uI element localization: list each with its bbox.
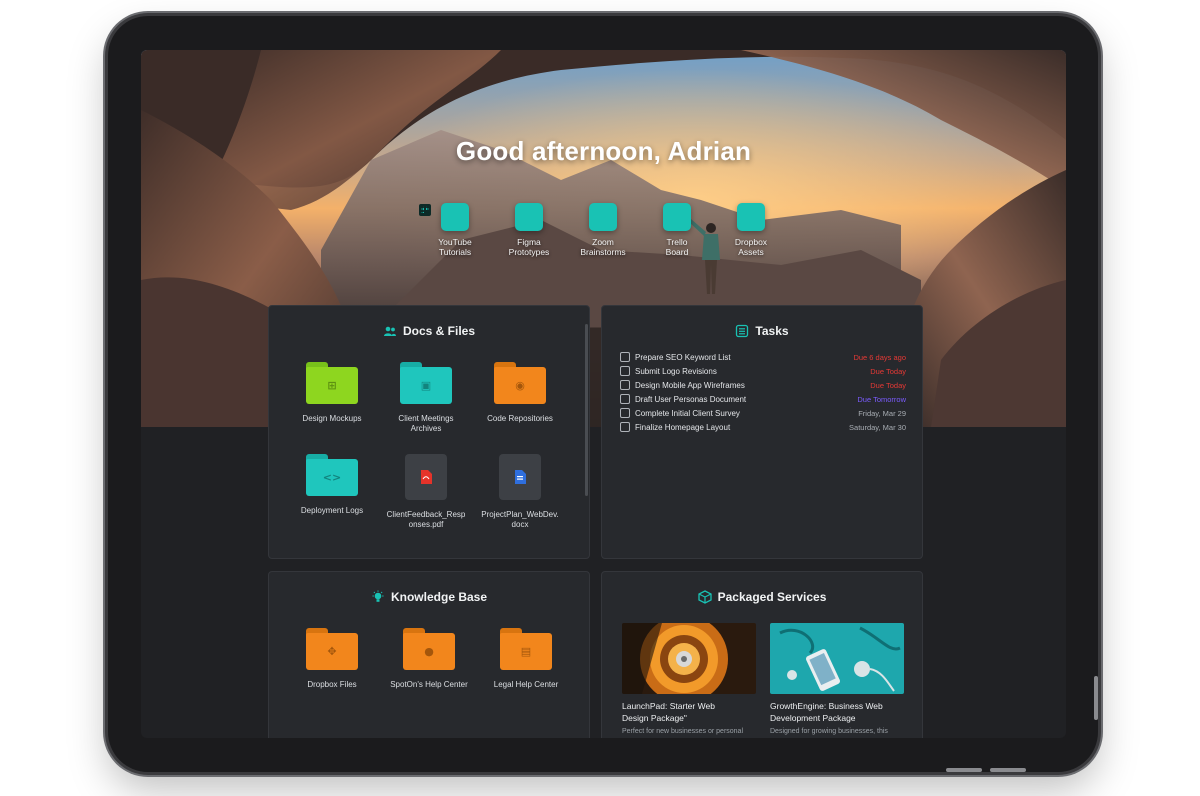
doc-file-icon <box>499 454 541 500</box>
task-name: Design Mobile App Wireframes <box>635 380 745 390</box>
tile-label: Dropbox Files <box>307 680 357 689</box>
folder-icon: ◉ <box>494 362 546 404</box>
packaged-services-heading: Packaged Services <box>717 590 827 604</box>
video-icon <box>419 203 617 231</box>
tile-label: ClientFeedback_Resp onses.pdf <box>386 510 466 529</box>
quick-link-figma[interactable]: Figma Prototypes <box>422 203 566 257</box>
task-row[interactable]: Submit Logo Revisions Due Today <box>620 364 906 378</box>
checklist-icon <box>735 324 749 338</box>
knowledge-base-panel: Knowledge Base ✥ Dropbox Files ● SpotOn'… <box>268 571 590 738</box>
service-card-growthengine[interactable]: GrowthEngine: Business Web Development P… <box>770 623 904 736</box>
greeting-heading: Good afternoon, Adrian <box>455 136 752 166</box>
folder-code-repositories[interactable]: ◉ Code Repositories <box>475 362 565 424</box>
folder-deployment-logs[interactable]: <> Deployment Logs <box>287 454 377 516</box>
quick-link-label: Zoom Brainstorms <box>580 237 626 257</box>
knowledge-base-title: Knowledge Base <box>269 590 589 604</box>
task-row[interactable]: Finalize Homepage Layout Saturday, Mar 30 <box>620 420 906 434</box>
tablet-top-button <box>946 768 982 772</box>
folder-dropbox-files[interactable]: ✥ Dropbox Files <box>287 628 377 690</box>
folder-icon: ⊞ <box>306 362 358 404</box>
tasks-title: Tasks <box>602 324 922 338</box>
task-row[interactable]: Design Mobile App Wireframes Due Today <box>620 378 906 392</box>
task-checkbox[interactable] <box>620 380 630 390</box>
screen: Good afternoon, Adrian YouTube Tutorials… <box>141 50 1066 738</box>
quick-link-trello[interactable]: Trello Board <box>419 203 714 257</box>
service-card-launchpad[interactable]: LaunchPad: Starter Web Design Package" P… <box>622 623 756 736</box>
task-name: Prepare SEO Keyword List <box>635 352 731 362</box>
task-checkbox[interactable] <box>620 394 630 404</box>
package-icon <box>697 590 712 604</box>
folder-icon: ▣ <box>400 362 452 404</box>
service-description: Perfect for new businesses or personal <box>622 728 744 735</box>
service-title: LaunchPad: Starter Web Design Package" <box>622 701 715 723</box>
tile-label: Deployment Logs <box>300 506 364 515</box>
task-due-date: Due Today <box>870 366 906 376</box>
phone-on-desk-image <box>770 623 904 694</box>
tile-label: Design Mockups <box>302 414 362 423</box>
tasks-panel: Tasks Prepare SEO Keyword List Due 6 days… <box>601 305 923 559</box>
folder-icon: <> <box>306 454 358 496</box>
spiral-staircase-image <box>622 623 756 694</box>
quick-link-label: Figma Prototypes <box>508 237 550 257</box>
docs-files-panel: Docs & Files ⊞ Design Mockups ▣ Client M… <box>268 305 590 559</box>
task-checkbox[interactable] <box>620 408 630 418</box>
task-row[interactable]: Draft User Personas Document Due Tomorrow <box>620 392 906 406</box>
lightbulb-icon <box>371 590 385 604</box>
quick-link-label: Dropbox Assets <box>734 237 768 257</box>
file-client-feedback-pdf[interactable]: ClientFeedback_Resp onses.pdf <box>381 454 471 530</box>
knowledge-base-heading: Knowledge Base <box>390 590 488 604</box>
tile-label: ProjectPlan_WebDev. docx <box>481 510 559 529</box>
quick-link-zoom[interactable]: Zoom Brainstorms <box>419 203 640 257</box>
folder-icon: ▤ <box>500 628 552 670</box>
docs-scrollbar[interactable] <box>585 324 588 496</box>
youtube-icon <box>419 203 469 231</box>
folder-legal-help-center[interactable]: ▤ Legal Help Center <box>481 628 571 690</box>
pdf-file-icon <box>405 454 447 500</box>
task-due-date: Saturday, Mar 30 <box>849 422 906 432</box>
task-checkbox[interactable] <box>620 422 630 432</box>
dropbox-icon <box>419 203 765 231</box>
packaged-services-panel: Packaged Services LaunchPad: Starter Web… <box>601 571 923 738</box>
tablet-top-button <box>990 768 1026 772</box>
tasks-heading: Tasks <box>755 324 789 338</box>
docs-files-title: Docs & Files <box>269 324 589 338</box>
task-checkbox[interactable] <box>620 352 630 362</box>
task-row[interactable]: Prepare SEO Keyword List Due 6 days ago <box>620 350 906 364</box>
tile-label: SpotOn's Help Center <box>390 680 468 689</box>
task-name: Finalize Homepage Layout <box>635 422 731 432</box>
docs-files-heading: Docs & Files <box>402 324 476 338</box>
figma-icon <box>422 203 543 231</box>
task-checkbox[interactable] <box>620 366 630 376</box>
task-row[interactable]: Complete Initial Client Survey Friday, Ma… <box>620 406 906 420</box>
folder-client-meetings[interactable]: ▣ Client Meetings Archives <box>381 362 471 434</box>
packaged-services-title: Packaged Services <box>602 590 922 604</box>
file-project-plan-docx[interactable]: ProjectPlan_WebDev. docx <box>475 454 565 530</box>
task-due-date: Due Tomorrow <box>857 394 906 404</box>
tile-label: Code Repositories <box>487 414 553 423</box>
quick-link-label: Trello Board <box>665 237 689 257</box>
folder-spoton-help-center[interactable]: ● SpotOn's Help Center <box>384 628 474 690</box>
tile-label: Client Meetings Archives <box>398 414 454 433</box>
folder-icon: ✥ <box>306 628 358 670</box>
task-name: Draft User Personas Document <box>635 394 747 404</box>
quick-link-dropbox[interactable]: Dropbox Assets <box>419 203 788 257</box>
tile-label: Legal Help Center <box>493 680 559 689</box>
folder-icon: ● <box>403 628 455 670</box>
task-due-date: Due 6 days ago <box>853 352 906 362</box>
task-due-date: Due Today <box>870 380 906 390</box>
quick-links-bar: YouTube Tutorials Figma Prototypes Zoom … <box>418 203 788 257</box>
task-name: Submit Logo Revisions <box>635 366 717 376</box>
folder-design-mockups[interactable]: ⊞ Design Mockups <box>287 362 377 424</box>
task-name: Complete Initial Client Survey <box>635 408 740 418</box>
tablet-side-button <box>1094 676 1098 720</box>
task-due-date: Friday, Mar 29 <box>858 408 906 418</box>
people-icon <box>383 324 397 338</box>
trello-icon <box>419 203 691 231</box>
service-title: GrowthEngine: Business Web Development P… <box>770 701 883 723</box>
service-description: Designed for growing businesses, this <box>770 728 888 735</box>
quick-link-label: YouTube Tutorials <box>438 237 472 257</box>
